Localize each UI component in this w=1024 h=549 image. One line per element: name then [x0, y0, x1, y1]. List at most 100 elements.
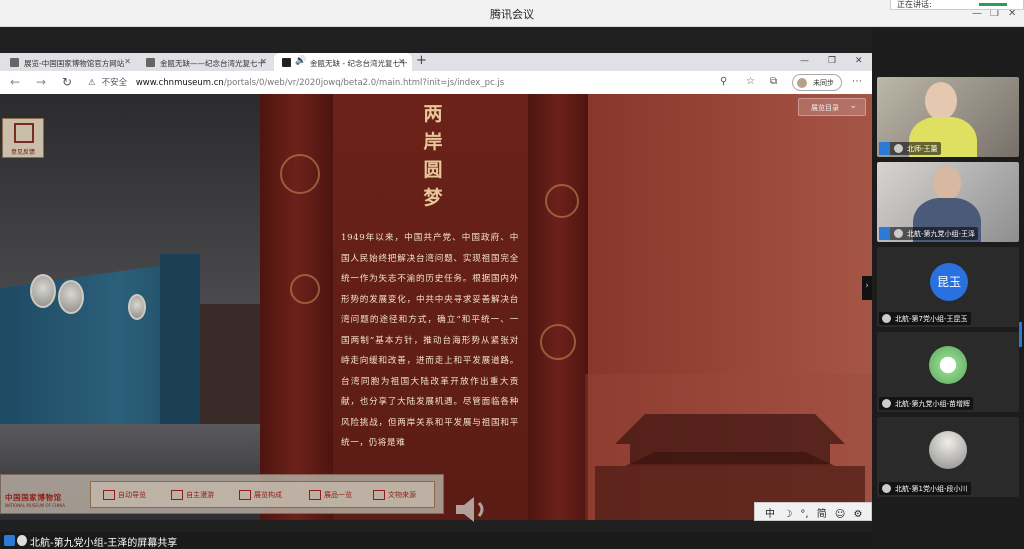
structure-icon [239, 490, 251, 500]
participant-name: 北航-第1党小组-段小川 [895, 485, 968, 493]
panel-scrollbar[interactable] [1019, 322, 1022, 347]
nav-exhibits[interactable]: 展品一览 [309, 490, 352, 500]
restore-icon[interactable]: ❐ [828, 56, 836, 66]
mic-icon [894, 229, 903, 238]
roam-icon [171, 490, 183, 500]
tab-close-icon[interactable]: ✕ [260, 57, 267, 66]
logo-text: 中国国家博物馆 [5, 493, 62, 502]
page-favicon-icon [10, 58, 19, 67]
favorites-icon[interactable]: ☆ [746, 76, 755, 87]
moon-icon[interactable]: ☽ [783, 509, 792, 520]
nav-structure[interactable]: 展览构成 [239, 490, 282, 500]
participant-name: 北师-王蕾 [907, 145, 938, 153]
museum-logo: 中国国家博物馆 NATIONAL MUSEUM OF CHINA [5, 492, 65, 508]
participant-tile[interactable]: 北航-第1党小组-段小川 [877, 417, 1019, 497]
decorative-column [528, 94, 588, 520]
shared-screen: 展览-中国国家博物馆官方网站 ✕ 金瓯无缺——纪念台湾光复七十 ✕ 🔊 金瓯无缺… [0, 27, 872, 532]
back-icon[interactable]: ← [10, 75, 20, 89]
nav-free-roam[interactable]: 自主漫游 [171, 490, 214, 500]
participant-tile[interactable]: 北航-第九党小组-王泽 [877, 162, 1019, 242]
user-icon [4, 535, 15, 546]
emoji-icon[interactable]: ☺ [835, 509, 845, 520]
url-path: /portals/0/web/vr/2020jowq/beta2.0/main.… [223, 78, 505, 88]
ime-toolbar: 中 ☽ °, 简 ☺ ⚙ [754, 502, 872, 521]
exhibit-body-text: 1949年以来，中国共产党、中国政府、中国人民始终把解决台湾问题、实现祖国完全统… [341, 233, 519, 448]
collections-icon[interactable]: ⧉ [770, 76, 777, 87]
chevron-down-icon: ⌄ [849, 101, 857, 111]
audio-speaker-icon[interactable] [452, 497, 492, 522]
site-permissions-icon[interactable]: ⚲ [720, 76, 727, 87]
side-panel-toggle[interactable]: › [862, 276, 872, 300]
user-icon [879, 227, 890, 240]
exhibit-menu-dropdown[interactable]: 展览目录 ⌄ [798, 98, 866, 116]
gear-icon[interactable]: ⚙ [854, 509, 863, 520]
browser-tab-2[interactable]: 金瓯无缺——纪念台湾光复七十 ✕ [138, 53, 274, 73]
close-icon[interactable]: ✕ [855, 56, 863, 66]
punctuation-icon[interactable]: °, [800, 509, 808, 520]
forward-icon[interactable]: → [36, 75, 46, 89]
museum-nav-box: 自动导览 自主漫游 展览构成 展品一览 文物来源 [90, 481, 435, 508]
mic-icon [882, 314, 891, 323]
security-label: 不安全 [101, 78, 128, 88]
participant-face [933, 166, 961, 200]
new-tab-icon[interactable]: + [416, 53, 427, 68]
avatar [929, 346, 967, 384]
speaking-label: 正在讲话: [897, 0, 932, 9]
participant-tile[interactable]: 北师-王蕾 [877, 77, 1019, 157]
portrait-image [58, 280, 84, 314]
speaking-level-bar [979, 3, 1007, 6]
url-host: www.chnmuseum.cn [135, 78, 224, 88]
portrait-image [128, 294, 146, 320]
portrait-image [30, 274, 56, 308]
share-label: 北航-第九党小组-王泽的屏幕共享 [30, 538, 178, 549]
logo-subtext: NATIONAL MUSEUM OF CHINA [5, 503, 65, 508]
participant-name: 北航-第九党小组-苗增辉 [895, 400, 971, 408]
cloud-ornament [280, 154, 320, 194]
reload-icon[interactable]: ↻ [62, 75, 72, 89]
user-icon [879, 142, 890, 155]
tab-close-icon[interactable]: ✕ [398, 57, 405, 66]
nav-auto-tour[interactable]: 自动导览 [103, 490, 146, 500]
ime-lang[interactable]: 中 [765, 509, 775, 520]
participant-tile[interactable]: 北航-第九党小组-苗增辉 [877, 332, 1019, 412]
tour-icon [103, 490, 115, 500]
tab-close-icon[interactable]: ✕ [124, 57, 131, 66]
meeting-titlebar: 腾讯会议 — ❐ ✕ [0, 0, 1024, 27]
browser-tab-1[interactable]: 展览-中国国家博物馆官方网站 ✕ [2, 53, 138, 73]
speaker-icon[interactable]: 🔊 [295, 56, 306, 66]
feedback-button[interactable]: 意见反馈 [2, 118, 44, 158]
edit-icon [14, 123, 34, 143]
minimize-icon[interactable]: — [800, 56, 809, 66]
cloud-ornament [540, 324, 576, 360]
wall-panel [160, 254, 200, 424]
exhibits-icon [309, 490, 321, 500]
browser-tab-3[interactable]: 🔊 金瓯无缺 - 纪念台湾光复七十 ✕ [274, 53, 412, 73]
tab-label: 金瓯无缺——纪念台湾光复七十 [160, 59, 265, 68]
mic-icon [882, 399, 891, 408]
avatar: 昆玉 [930, 263, 968, 301]
nav-sources[interactable]: 文物来源 [373, 490, 416, 500]
screen-share-bar: 北航-第九党小组-王泽的屏幕共享 [0, 532, 872, 549]
page-favicon-icon [282, 58, 291, 67]
tiananmen-silhouette [585, 374, 872, 520]
museum-vr-scene[interactable]: 两岸圆梦 1949年以来，中国共产党、中国政府、中国人民始终把解决台湾问题、实现… [0, 94, 872, 520]
profile-avatar [797, 78, 807, 88]
ime-simplified[interactable]: 简 [817, 509, 827, 520]
feedback-label: 意见反馈 [10, 149, 35, 156]
page-favicon-icon [146, 58, 155, 67]
speaking-notification: 正在讲话: [890, 0, 1024, 10]
mic-icon[interactable] [17, 535, 27, 546]
cloud-ornament [290, 274, 320, 304]
sync-label: 未同步 [813, 79, 834, 87]
museum-nav-bar: 中国国家博物馆 NATIONAL MUSEUM OF CHINA 自动导览 自主… [0, 474, 444, 514]
sources-icon [373, 490, 385, 500]
participant-name: 北航-第九党小组-王泽 [907, 230, 976, 238]
sync-button[interactable]: 未同步 [792, 74, 842, 91]
app-title: 腾讯会议 [490, 8, 534, 21]
url-field[interactable]: ⚠ 不安全 www.chnmuseum.cn/portals/0/web/vr/2… [88, 76, 504, 88]
dropdown-label: 展览目录 [811, 104, 839, 112]
participant-name: 北航-第7党小组-王昆玉 [895, 315, 968, 323]
tab-label: 展览-中国国家博物馆官方网站 [24, 59, 125, 68]
address-bar: ← → ↻ ⚠ 不安全 www.chnmuseum.cn/portals/0/we… [0, 71, 872, 95]
more-menu-icon[interactable]: ⋯ [852, 76, 862, 87]
